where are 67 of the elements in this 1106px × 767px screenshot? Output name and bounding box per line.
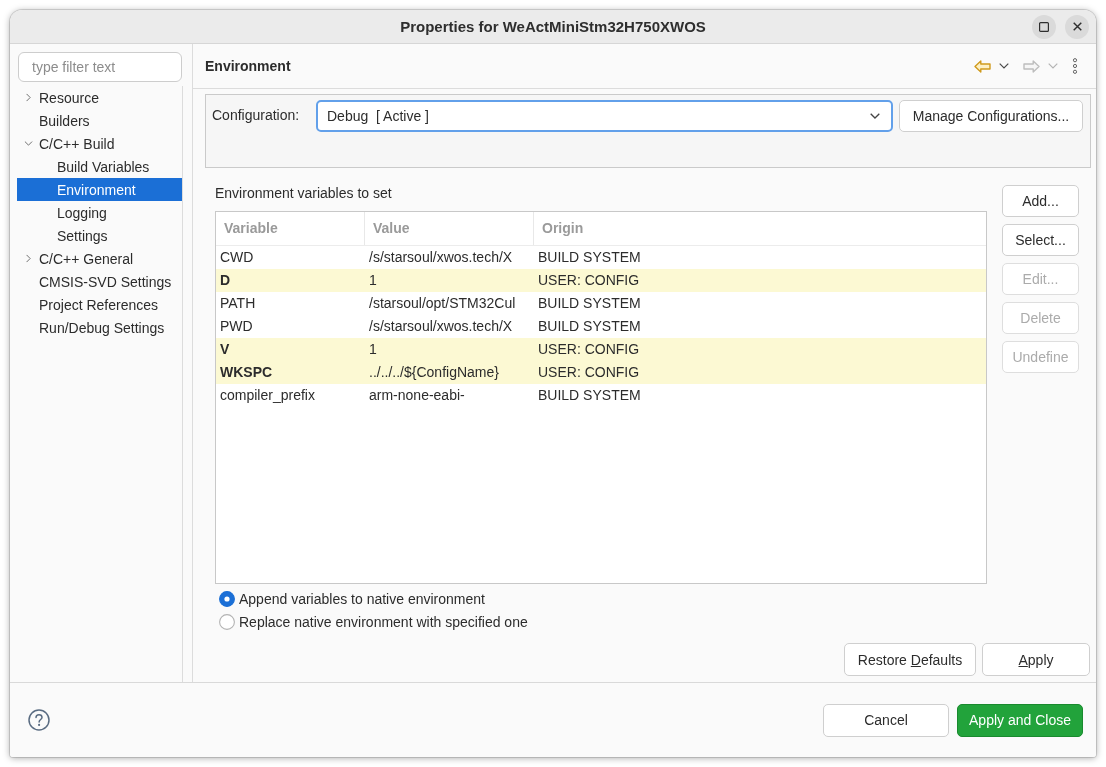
option-label[interactable]: Append variables to native environment [239,590,485,607]
tree-item[interactable]: C/C++ General [17,247,182,270]
table-cell-text: D [219,271,232,290]
table-cell-text: arm-none-eabi- [368,386,466,405]
chevron-right-icon[interactable] [26,93,31,102]
table-cell-text: V [219,340,231,359]
chevron-right-icon[interactable] [26,254,31,263]
chevron-down-icon [870,113,880,119]
table-cell-text: BUILD SYSTEM [537,317,642,336]
table-cell-text: 1 [368,271,378,290]
dropdown-caret-icon[interactable] [999,63,1009,69]
configuration-label: Configuration: [212,106,301,124]
configuration-dropdown[interactable]: Debug [ Active ] [316,100,893,132]
table-cell-text: USER: CONFIG [537,271,641,290]
table-row[interactable]: V 1 USER: CONFIG [216,338,986,361]
table-cell-text: PWD [219,317,254,336]
page-action-button[interactable]: Apply [982,643,1090,676]
tree-item[interactable]: Environment [17,178,182,201]
table-row[interactable]: CWD /s/starsoul/xwos.tech/X BUILD SYSTEM [216,246,986,269]
table-cell-text: BUILD SYSTEM [537,248,642,267]
filter-field[interactable]: type filter text [18,52,182,82]
table-action-button[interactable]: Select... [1002,224,1079,256]
back-arrow-icon[interactable] [974,59,991,73]
table-cell-text: BUILD SYSTEM [537,386,642,405]
tree-item[interactable]: Run/Debug Settings [17,316,182,339]
table-cell-text: /s/starsoul/xwos.tech/X [368,248,514,267]
kebab-menu-icon[interactable] [1072,58,1078,74]
page-title: Environment [205,58,291,74]
table-cell-text: 1 [368,340,378,359]
radio-button[interactable] [219,590,235,607]
table-cell-text: CWD [219,248,255,267]
tree-item[interactable]: Build Variables [17,155,182,178]
table-cell-text: USER: CONFIG [537,363,641,382]
help-icon[interactable] [28,709,50,731]
window-title: Properties for WeActMiniStm32H750XWOS [400,18,706,35]
table-cell-text: ../../../${ConfigName} [368,363,500,382]
manage-configurations-button[interactable]: Manage Configurations... [899,100,1083,132]
option-label[interactable]: Replace native environment with specified one [239,613,528,630]
page-action-button[interactable]: Restore Defaults [844,643,976,676]
table-cell-text: PATH [219,294,257,313]
table-row[interactable]: WKSPC ../../../${ConfigName} USER: CONFIG [216,361,986,384]
table-cell-text: USER: CONFIG [537,340,641,359]
table-row[interactable]: compiler_prefix arm-none-eabi- BUILD SYSTEM [216,384,986,407]
tree-item[interactable]: C/C++ Build [17,132,182,155]
tree-item[interactable]: Builders [17,109,182,132]
tree-item[interactable]: Resource [17,86,182,109]
close-icon [1072,22,1082,31]
tree-item[interactable]: Logging [17,201,182,224]
table-cell-text: WKSPC [219,363,274,382]
section-label: Environment variables to set [215,184,393,202]
table-row[interactable]: D 1 USER: CONFIG [216,269,986,292]
table-cell-text: /s/starsoul/xwos.tech/X [368,317,514,336]
table-cell-text: /starsoul/opt/STM32Cul [368,294,517,313]
dialog-button[interactable]: Cancel [823,703,949,737]
maximize-icon [1039,21,1049,32]
table-row[interactable]: PATH /starsoul/opt/STM32Cul BUILD SYSTEM [216,292,986,315]
table-action-button[interactable]: Add... [1002,185,1079,217]
tree-item[interactable]: Project References [17,293,182,316]
radio-button[interactable] [219,613,235,630]
maximize-button[interactable] [1032,14,1056,39]
tree-item[interactable]: Settings [17,224,182,247]
table-row[interactable]: PWD /s/starsoul/xwos.tech/X BUILD SYSTEM [216,315,986,338]
table-cell-text: BUILD SYSTEM [537,294,642,313]
close-button[interactable] [1065,14,1089,39]
table-cell-text: compiler_prefix [219,386,316,405]
tree-item[interactable]: CMSIS-SVD Settings [17,270,182,293]
chevron-down-icon[interactable] [24,141,33,146]
